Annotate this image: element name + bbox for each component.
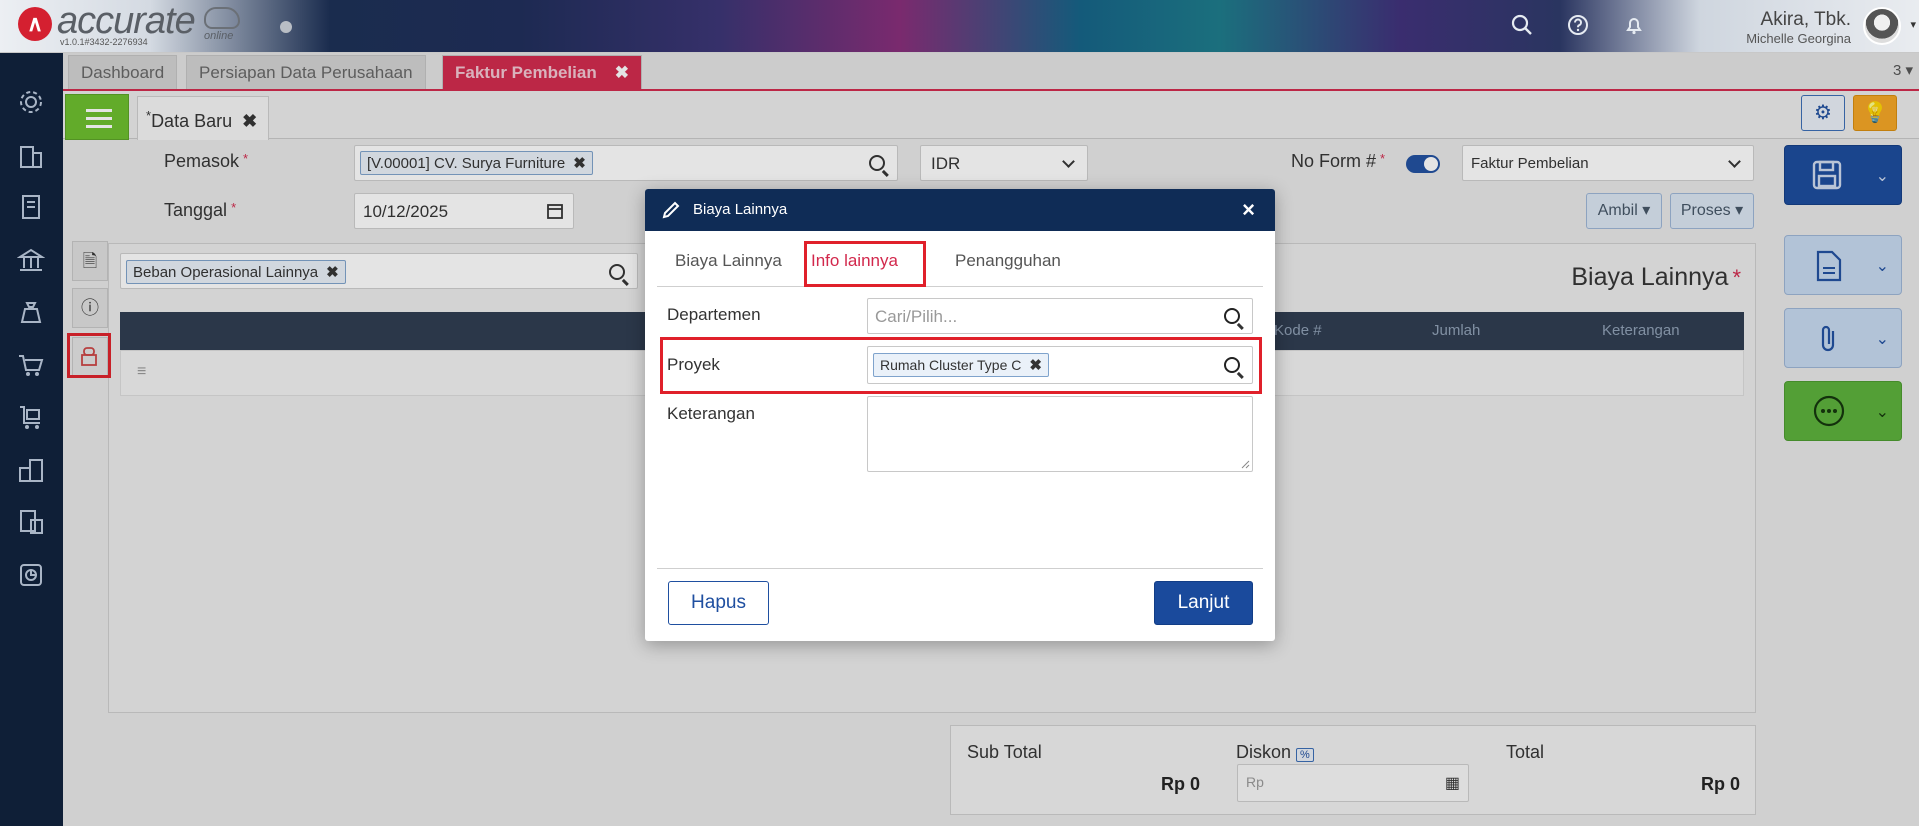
resize-handle-icon[interactable] — [1240, 459, 1250, 469]
close-icon[interactable]: × — [1242, 189, 1255, 231]
footer-divider — [657, 568, 1263, 569]
money-bag-icon[interactable] — [17, 298, 45, 326]
info-tab-highlight — [804, 241, 926, 287]
chevron-down-icon[interactable]: ▾ — [1910, 18, 1916, 31]
inventory-icon[interactable] — [17, 456, 45, 484]
departemen-label: Departemen — [667, 305, 761, 324]
brand-sub: online — [204, 30, 234, 42]
ledger-book-icon[interactable] — [17, 193, 45, 221]
dialog-header: Biaya Lainnya × — [645, 189, 1275, 231]
tab-penangguhan[interactable]: Penangguhan — [955, 251, 1061, 271]
proyek-chip[interactable]: Rumah Cluster Type C ✖ — [873, 353, 1049, 377]
pencil-icon — [662, 201, 680, 219]
cloud-icon — [204, 7, 240, 29]
status-dot — [280, 21, 292, 33]
remove-chip-icon: ✖ — [1029, 357, 1042, 374]
bank-icon[interactable] — [16, 246, 46, 274]
company-building-icon[interactable] — [17, 141, 45, 169]
dialog-title: Biaya Lainnya — [693, 201, 788, 218]
user-company[interactable]: Akira, Tbk. — [1761, 9, 1851, 31]
settings-gear-icon[interactable] — [17, 88, 45, 116]
user-name[interactable]: Michelle Georgina — [1746, 31, 1851, 46]
search-icon[interactable] — [1224, 308, 1240, 324]
proyek-label: Proyek — [667, 355, 720, 374]
bell-icon[interactable] — [1623, 14, 1645, 36]
dialog-tabs: Biaya Lainnya Info lainnya Penangguhan — [657, 241, 1263, 287]
accurate-logo-icon: ∧ — [18, 7, 52, 41]
tab-biaya-lainnya[interactable]: Biaya Lainnya — [675, 251, 782, 271]
analytics-chart-icon[interactable] — [17, 561, 45, 589]
search-icon[interactable] — [1224, 357, 1240, 373]
biaya-lainnya-dialog: Biaya Lainnya × Biaya Lainnya Info lainn… — [645, 189, 1275, 641]
version-text: v1.0.1#3432-2276934 — [60, 37, 148, 47]
keterangan-textarea[interactable] — [867, 396, 1253, 472]
purchase-cart-icon[interactable] — [17, 403, 45, 431]
search-icon[interactable] — [1511, 14, 1533, 36]
hapus-button[interactable]: Hapus — [668, 581, 769, 625]
lanjut-button[interactable]: Lanjut — [1154, 581, 1253, 625]
avatar[interactable] — [1863, 7, 1901, 45]
proyek-input[interactable]: Rumah Cluster Type C ✖ — [867, 346, 1253, 384]
tax-report-icon[interactable] — [17, 508, 45, 536]
top-bar: ∧ accurate online v1.0.1#3432-2276934 Ak… — [0, 0, 1919, 53]
shopping-cart-icon[interactable] — [17, 351, 45, 379]
help-icon[interactable] — [1567, 14, 1589, 36]
departemen-input[interactable]: Cari/Pilih... — [867, 298, 1253, 334]
keterangan-label: Keterangan — [667, 404, 755, 423]
sidebar — [0, 53, 63, 826]
